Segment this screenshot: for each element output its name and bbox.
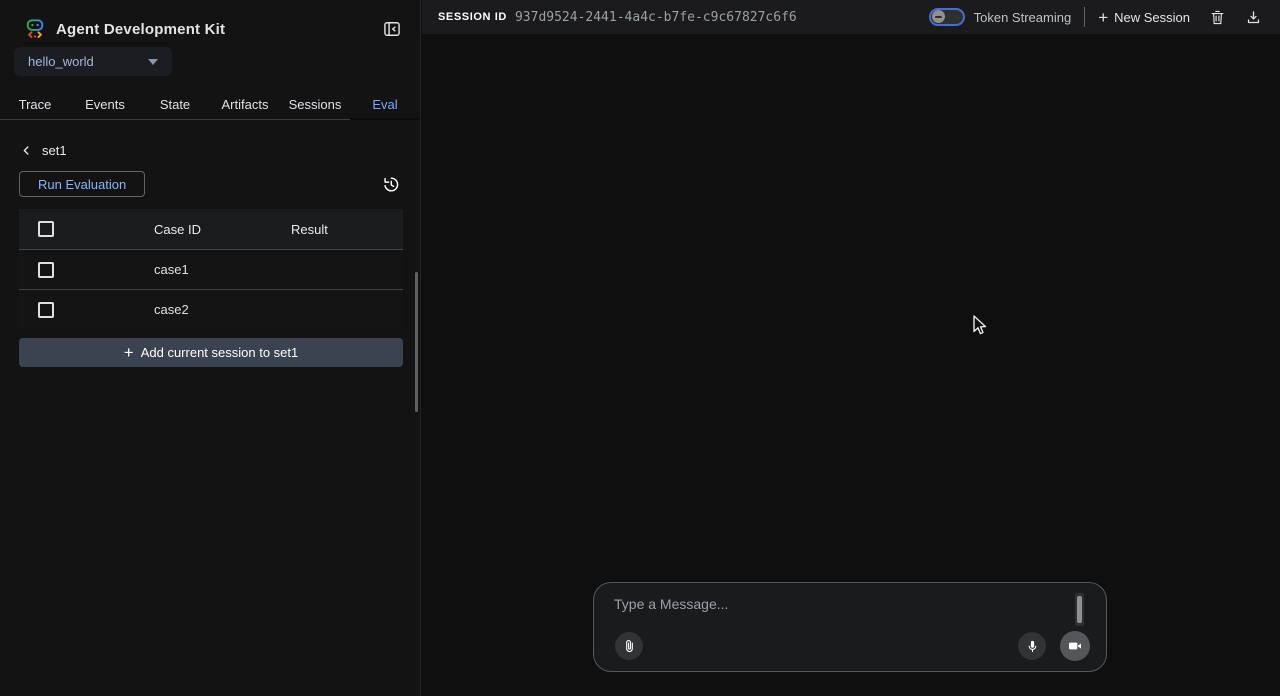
add-current-session-label: Add current session to set1 — [141, 345, 299, 360]
paperclip-icon — [622, 639, 637, 654]
row-checkbox-cell — [19, 262, 154, 278]
case-checkbox[interactable] — [38, 262, 54, 278]
eval-set-name: set1 — [42, 143, 67, 158]
mouse-cursor — [970, 314, 990, 336]
videocam-icon — [1067, 638, 1083, 654]
agent-select-value: hello_world — [28, 54, 94, 69]
case-id-cell[interactable]: case2 — [154, 302, 291, 317]
toolbar-actions: Token Streaming + New Session — [929, 4, 1266, 30]
run-evaluation-row: Run Evaluation — [19, 171, 401, 197]
message-input[interactable] — [614, 596, 1044, 630]
token-streaming-toggle[interactable] — [929, 8, 965, 26]
app-title: Agent Development Kit — [56, 21, 225, 38]
eval-history-button[interactable] — [379, 173, 401, 195]
row-checkbox-cell — [19, 302, 154, 318]
tab-events[interactable]: Events — [70, 90, 140, 119]
agent-select-dropdown[interactable]: hello_world — [14, 47, 172, 76]
run-evaluation-button[interactable]: Run Evaluation — [19, 171, 145, 197]
toolbar-divider — [1084, 7, 1085, 27]
table-row[interactable]: case2 — [19, 289, 403, 329]
column-header-case-id: Case ID — [154, 222, 291, 237]
add-current-session-button[interactable]: + Add current session to set1 — [19, 338, 403, 367]
history-icon — [381, 175, 400, 194]
case-id-cell[interactable]: case1 — [154, 262, 291, 277]
microphone-button[interactable] — [1018, 632, 1046, 660]
tab-artifacts[interactable]: Artifacts — [210, 90, 280, 119]
panel-collapse-icon — [382, 19, 402, 39]
select-all-checkbox[interactable] — [38, 221, 54, 237]
session-id-value: 937d9524-2441-4a4c-b7fe-c9c67827c6f6 — [515, 10, 797, 25]
message-composer — [593, 582, 1107, 672]
sidebar-scrollbar-thumb[interactable] — [415, 272, 418, 412]
download-icon — [1245, 9, 1262, 26]
session-id-label: SESSION ID — [438, 11, 507, 23]
toggle-knob — [932, 10, 945, 23]
plus-icon: + — [1098, 9, 1108, 26]
table-row[interactable]: case1 — [19, 249, 403, 289]
new-session-label: New Session — [1114, 10, 1190, 25]
tab-eval[interactable]: Eval — [350, 90, 420, 119]
export-session-button[interactable] — [1240, 4, 1266, 30]
tab-state[interactable]: State — [140, 90, 210, 119]
back-button[interactable] — [20, 144, 34, 158]
sidebar-header: Agent Development Kit — [0, 0, 420, 44]
plus-icon: + — [124, 344, 134, 361]
table-header-row: Case ID Result — [19, 209, 403, 249]
delete-session-button[interactable] — [1204, 4, 1230, 30]
chevron-down-icon — [148, 59, 158, 65]
video-button[interactable] — [1060, 631, 1090, 661]
eval-cases-table: Case ID Result case1 case2 — [19, 209, 403, 329]
sidebar: Agent Development Kit hello_world Trace … — [0, 0, 421, 696]
trash-icon — [1209, 9, 1226, 26]
new-session-button[interactable]: + New Session — [1098, 9, 1190, 26]
composer-scrollbar[interactable] — [1075, 593, 1084, 626]
eval-set-header: set1 — [20, 143, 420, 158]
tab-trace[interactable]: Trace — [0, 90, 70, 119]
attach-file-button[interactable] — [615, 632, 643, 660]
session-toolbar: SESSION ID 937d9524-2441-4a4c-b7fe-c9c67… — [422, 0, 1280, 34]
header-checkbox-cell — [19, 221, 154, 237]
chevron-left-icon — [20, 144, 33, 157]
tab-bar: Trace Events State Artifacts Sessions Ev… — [0, 90, 420, 120]
microphone-icon — [1025, 639, 1040, 654]
adk-robot-logo-icon — [24, 18, 46, 40]
composer-scrollbar-thumb — [1077, 596, 1082, 623]
case-checkbox[interactable] — [38, 302, 54, 318]
token-streaming-label: Token Streaming — [974, 10, 1072, 25]
column-header-result: Result — [291, 222, 403, 237]
collapse-panel-button[interactable] — [380, 17, 404, 41]
tab-sessions[interactable]: Sessions — [280, 90, 350, 119]
main-area: SESSION ID 937d9524-2441-4a4c-b7fe-c9c67… — [422, 0, 1280, 696]
